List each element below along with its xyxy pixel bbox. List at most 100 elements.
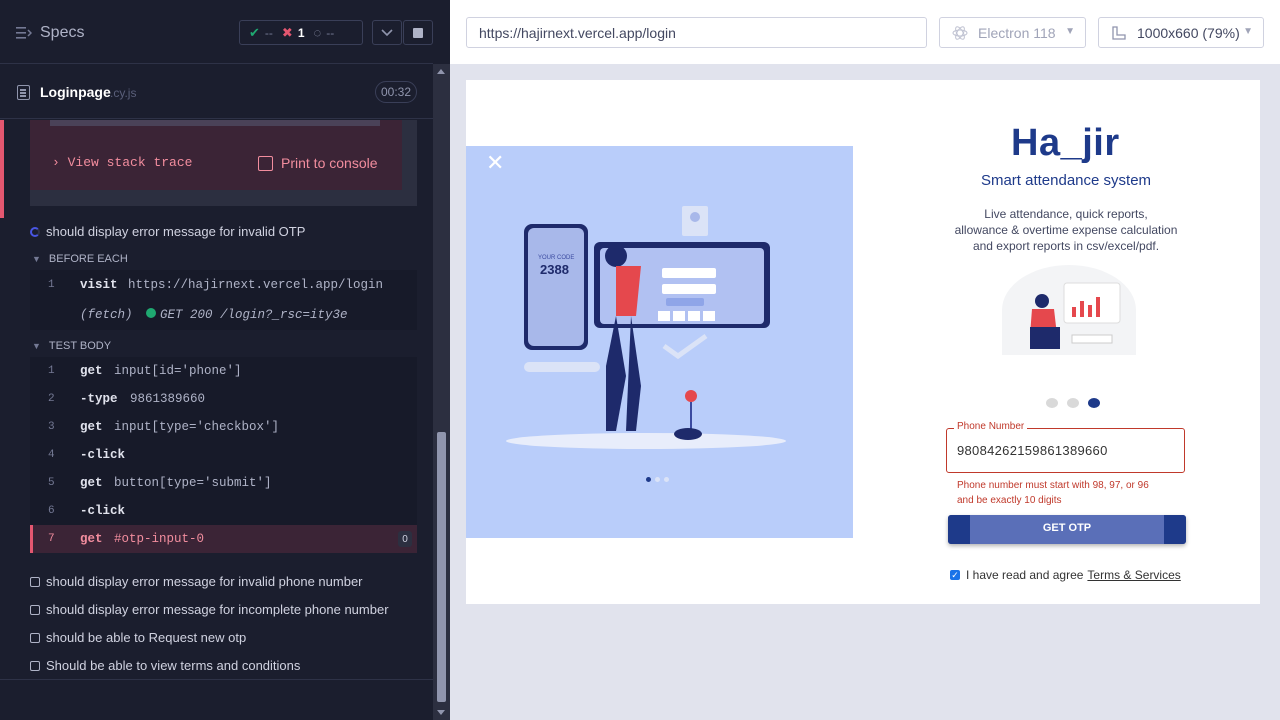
pager-dot[interactable] [646,477,651,482]
pending-test-icon [30,632,40,643]
carousel-dots [1046,398,1100,408]
console-icon [258,155,273,171]
passed-count: -- [264,25,273,40]
carousel-dot[interactable] [1046,398,1058,408]
specs-menu-icon[interactable] [16,26,32,40]
command-name: get [80,476,103,490]
cypress-runner-panel: Specs ✔ -- ✖ 1 ◌ -- Loginpage .cy.js 00:… [0,0,450,720]
scroll-up-icon[interactable] [437,69,445,74]
test-body-header[interactable]: ▼ TEST BODY [32,340,111,352]
pending-test-icon [30,604,40,615]
phone-number-input[interactable]: 98084262159861389660 [957,443,1108,458]
command-row[interactable]: 6 -click [30,497,417,525]
command-message: #otp-input-0 [114,532,205,546]
failed-command-row[interactable]: 7 get #otp-input-0 0 [30,525,417,553]
error-scroll-track [50,120,380,126]
pager-dot[interactable] [664,477,669,482]
print-to-console-button[interactable]: Print to console [258,155,378,171]
command-row[interactable]: (fetch) GET 200 /login?_rsc=ity3e [30,300,417,330]
command-row[interactable]: 3 get input[type='checkbox'] [30,413,417,441]
command-name: -click [80,504,126,518]
pager-dot[interactable] [655,477,660,482]
command-row[interactable]: 1 get input[id='phone'] [30,357,417,385]
command-name: get [80,532,103,546]
tagline: Smart attendance system [980,172,1152,189]
spec-file-name[interactable]: Loginpage [40,84,111,100]
error-line: and be exactly 10 digits [957,495,1062,506]
test-item[interactable]: Should be able to view terms and conditi… [30,658,300,673]
test-item[interactable]: should display error message for invalid… [30,574,363,589]
test-body-label: TEST BODY [48,340,112,352]
chevron-down-icon [381,28,393,36]
agree-checkbox[interactable]: ✓ [950,570,960,580]
pending-icon: ◌ [313,25,322,40]
collapse-button[interactable] [372,20,402,45]
carousel-dot[interactable] [1088,398,1100,408]
command-message: https://hajirnext.vercel.app/login [128,278,384,292]
command-name: -type [80,392,118,406]
phone-number-label: Phone Number [954,421,1028,432]
get-otp-button[interactable]: GET OTP [948,515,1186,544]
browser-selector[interactable]: Electron 118 ▼ [939,17,1086,48]
command-number: 4 [48,449,55,461]
test-item-label: should display error message for invalid… [46,574,363,589]
agree-text: I have read and agree [966,568,1084,582]
view-stack-trace-link[interactable]: › View stack trace [52,155,192,170]
spec-file-header: Loginpage .cy.js 00:32 [0,65,433,119]
before-each-header[interactable]: ▼ BEFORE EACH [32,253,128,265]
phone-error-message: Phone number must start with 98, 97, or … [957,478,1187,508]
test-item[interactable]: should display error message for incompl… [30,602,389,617]
app-description: Live attendance, quick reports, allowanc… [936,206,1196,254]
error-panel: › View stack trace Print to console [0,120,417,218]
command-number: 7 [48,533,55,545]
scrollbar-thumb[interactable] [437,432,446,702]
hajir-logo: Ha_jir [1011,122,1120,164]
test-item-label: should display error message for incompl… [46,602,389,617]
test-body-commands: 1 get input[id='phone'] 2 -type 98613896… [30,357,417,553]
command-number: 3 [48,421,55,433]
command-message: GET 200 /login?_rsc=ity3e [160,308,348,322]
divider [0,679,433,680]
error-line: Phone number must start with 98, 97, or … [957,480,1149,491]
runner-scrollbar[interactable] [433,64,450,720]
command-row[interactable]: 1 visit https://hajirnext.vercel.app/log… [30,270,417,300]
terms-link[interactable]: Terms & Services [1087,568,1180,582]
command-row[interactable]: 4 -click [30,441,417,469]
chevron-down-icon: ▼ [1243,26,1253,37]
run-timer: 00:32 [375,81,417,103]
current-test-title[interactable]: should display error message for invalid… [30,224,305,239]
scroll-down-icon[interactable] [437,710,445,715]
chevron-down-icon: ▼ [1065,26,1075,37]
command-row[interactable]: 2 -type 9861389660 [30,385,417,413]
close-icon[interactable]: ✕ [486,150,504,176]
command-row[interactable]: 5 get button[type='submit'] [30,469,417,497]
description-line: and export reports in csv/excel/pdf. [972,239,1160,253]
test-item-label: Should be able to view terms and conditi… [46,658,301,673]
specs-title[interactable]: Specs [40,24,84,42]
before-each-commands: 1 visit https://hajirnext.vercel.app/log… [30,270,417,330]
description-line: Live attendance, quick reports, [984,207,1148,221]
phone-number-field[interactable]: Phone Number 98084262159861389660 [946,421,1185,473]
login-illustration: ✕ YOUR CODE 2388 [466,146,853,538]
stop-button[interactable] [403,20,433,45]
test-item[interactable]: should be able to Request new otp [30,630,246,645]
failed-stat: ✖ 1 [282,25,305,41]
failure-indicator [0,120,4,218]
before-each-label: BEFORE EACH [48,253,128,265]
error-vertical-scrollbar[interactable] [402,120,417,206]
browser-name: Electron 118 [978,24,1056,41]
error-horizontal-scrollbar[interactable] [30,190,402,206]
app-frame: ✕ YOUR CODE 2388 Ha_jir Smart attendance… [466,80,1260,604]
preview-header: https://hajirnext.vercel.app/login Elect… [450,0,1280,64]
chevron-right-icon: › [52,155,60,170]
print-to-console-label: Print to console [281,155,378,171]
x-icon: ✖ [281,24,293,40]
passed-stat: ✔ -- [249,25,273,41]
url-bar[interactable]: https://hajirnext.vercel.app/login [466,17,927,48]
chevron-down-icon: ▼ [32,341,41,351]
carousel-dot[interactable] [1067,398,1079,408]
get-otp-label: GET OTP [1042,522,1092,534]
stop-icon [413,27,423,38]
command-name: -click [80,448,126,462]
viewport-selector[interactable]: 1000x660 (79%) ▼ [1098,17,1264,48]
